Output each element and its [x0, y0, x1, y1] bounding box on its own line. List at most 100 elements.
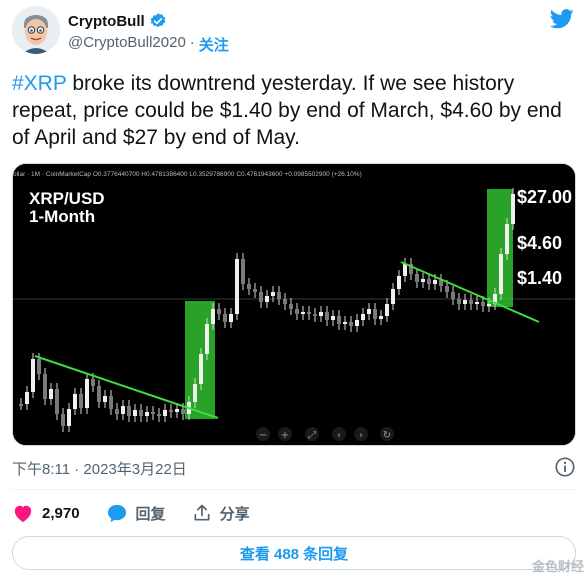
like-action[interactable]: 2,970 [12, 503, 80, 523]
candle-body [55, 389, 59, 414]
candle-body [379, 316, 383, 319]
candle-body [79, 394, 83, 408]
like-count: 2,970 [42, 504, 80, 522]
candle-body [241, 259, 245, 284]
twitter-bird-icon[interactable] [550, 8, 574, 30]
candle-body [481, 302, 485, 306]
candle-body [283, 299, 287, 304]
candle-body [487, 304, 491, 306]
candle-body [91, 379, 95, 386]
chart-header-text: ollar · 1M · CoinMarketCap O0.3776440700… [13, 171, 362, 178]
reply-action[interactable]: 回复 [106, 503, 166, 524]
display-name[interactable]: CryptoBull [68, 13, 145, 30]
tweet-header: CryptoBull @CryptoBull2020 · 关注 [12, 6, 576, 60]
candle-body [229, 314, 233, 322]
candle-body [103, 396, 107, 402]
candle-body [325, 312, 329, 320]
candle-body [151, 412, 155, 414]
candle-body [265, 296, 269, 302]
candle-body [85, 379, 89, 408]
candle-body [451, 292, 455, 299]
candle-body [289, 304, 293, 309]
divider [12, 489, 576, 490]
candle-body [397, 276, 401, 289]
candle-body [37, 359, 41, 374]
candle-body [247, 284, 251, 289]
candle-body [49, 389, 53, 399]
verified-badge-icon [150, 13, 165, 28]
candle-body [235, 259, 239, 314]
hashtag-link[interactable]: #XRP [12, 72, 66, 95]
candle-body [67, 409, 71, 426]
follow-button[interactable]: 关注 [199, 34, 229, 55]
candle-body [43, 374, 47, 399]
candle-body [421, 279, 425, 282]
candle-body [109, 396, 113, 409]
candle-body [313, 314, 317, 316]
watermark: 金色财经 [531, 559, 584, 574]
avatar[interactable] [12, 6, 60, 54]
candle-body [475, 302, 479, 304]
candle-body [505, 224, 509, 254]
candle-body [133, 410, 137, 416]
candle-body [193, 384, 197, 402]
candle-body [259, 292, 263, 302]
heart-icon[interactable] [12, 503, 34, 523]
candle-body [319, 312, 323, 316]
candle-body [175, 409, 179, 412]
chevron-right-icon: › [359, 430, 363, 441]
candle-body [373, 309, 377, 319]
tweet-actions: 2,970 回复 分享 [12, 500, 276, 526]
candle-body [463, 300, 467, 304]
candle-body [511, 194, 515, 224]
zoom-out-icon: − [259, 430, 267, 441]
chart-subtitle: 1-Month [29, 207, 95, 226]
candle-body [181, 409, 185, 414]
candle-body [355, 320, 359, 326]
candle-body [301, 312, 305, 314]
candle-body [169, 410, 173, 412]
name-row: CryptoBull [68, 12, 167, 30]
candle-body [19, 404, 23, 406]
candle-body [223, 314, 227, 322]
candle-body [469, 300, 473, 304]
candle-body [277, 292, 281, 299]
candle-body [139, 410, 143, 416]
candle-body [349, 322, 353, 326]
candle-body [457, 299, 461, 304]
info-icon[interactable] [554, 456, 576, 478]
candle-body [121, 406, 125, 414]
share-action[interactable]: 分享 [192, 503, 250, 524]
tweet-text: #XRP broke its downtrend yesterday. If w… [12, 70, 572, 151]
chart-image: ollar · 1M · CoinMarketCap O0.3776440700… [13, 164, 575, 445]
fit-icon: ⤢ [308, 430, 316, 441]
candle-body [307, 312, 311, 314]
tweet-timestamp[interactable]: 下午8:11 · 2023年3月22日 [12, 458, 187, 479]
candle-body [499, 254, 503, 294]
chart-title: XRP/USD [29, 189, 105, 208]
separator: · [189, 34, 195, 51]
candle-body [433, 280, 437, 284]
candle-body [61, 414, 65, 426]
candle-body [25, 392, 29, 404]
candle-body [427, 279, 431, 284]
candle-body [205, 324, 209, 354]
reply-bubble-icon[interactable] [106, 503, 128, 523]
candle-body [157, 414, 161, 416]
chevron-left-icon: ‹ [337, 430, 341, 441]
candle-body [361, 314, 365, 320]
view-replies-button[interactable]: 查看 488 条回复 [12, 536, 576, 570]
candle-body [331, 316, 335, 320]
candle-body [403, 264, 407, 276]
share-icon[interactable] [192, 503, 212, 523]
handle[interactable]: @CryptoBull2020 [68, 34, 186, 55]
tweet-media-chart[interactable]: ollar · 1M · CoinMarketCap O0.3776440700… [12, 163, 576, 446]
candle-body [271, 292, 275, 296]
candle-body [253, 289, 257, 292]
candle-body [199, 354, 203, 384]
reset-icon: ↻ [383, 430, 391, 441]
candle-body [163, 410, 167, 416]
target-label-27: $27.00 [517, 187, 572, 207]
share-label: 分享 [219, 505, 250, 523]
candle-body [145, 412, 149, 416]
